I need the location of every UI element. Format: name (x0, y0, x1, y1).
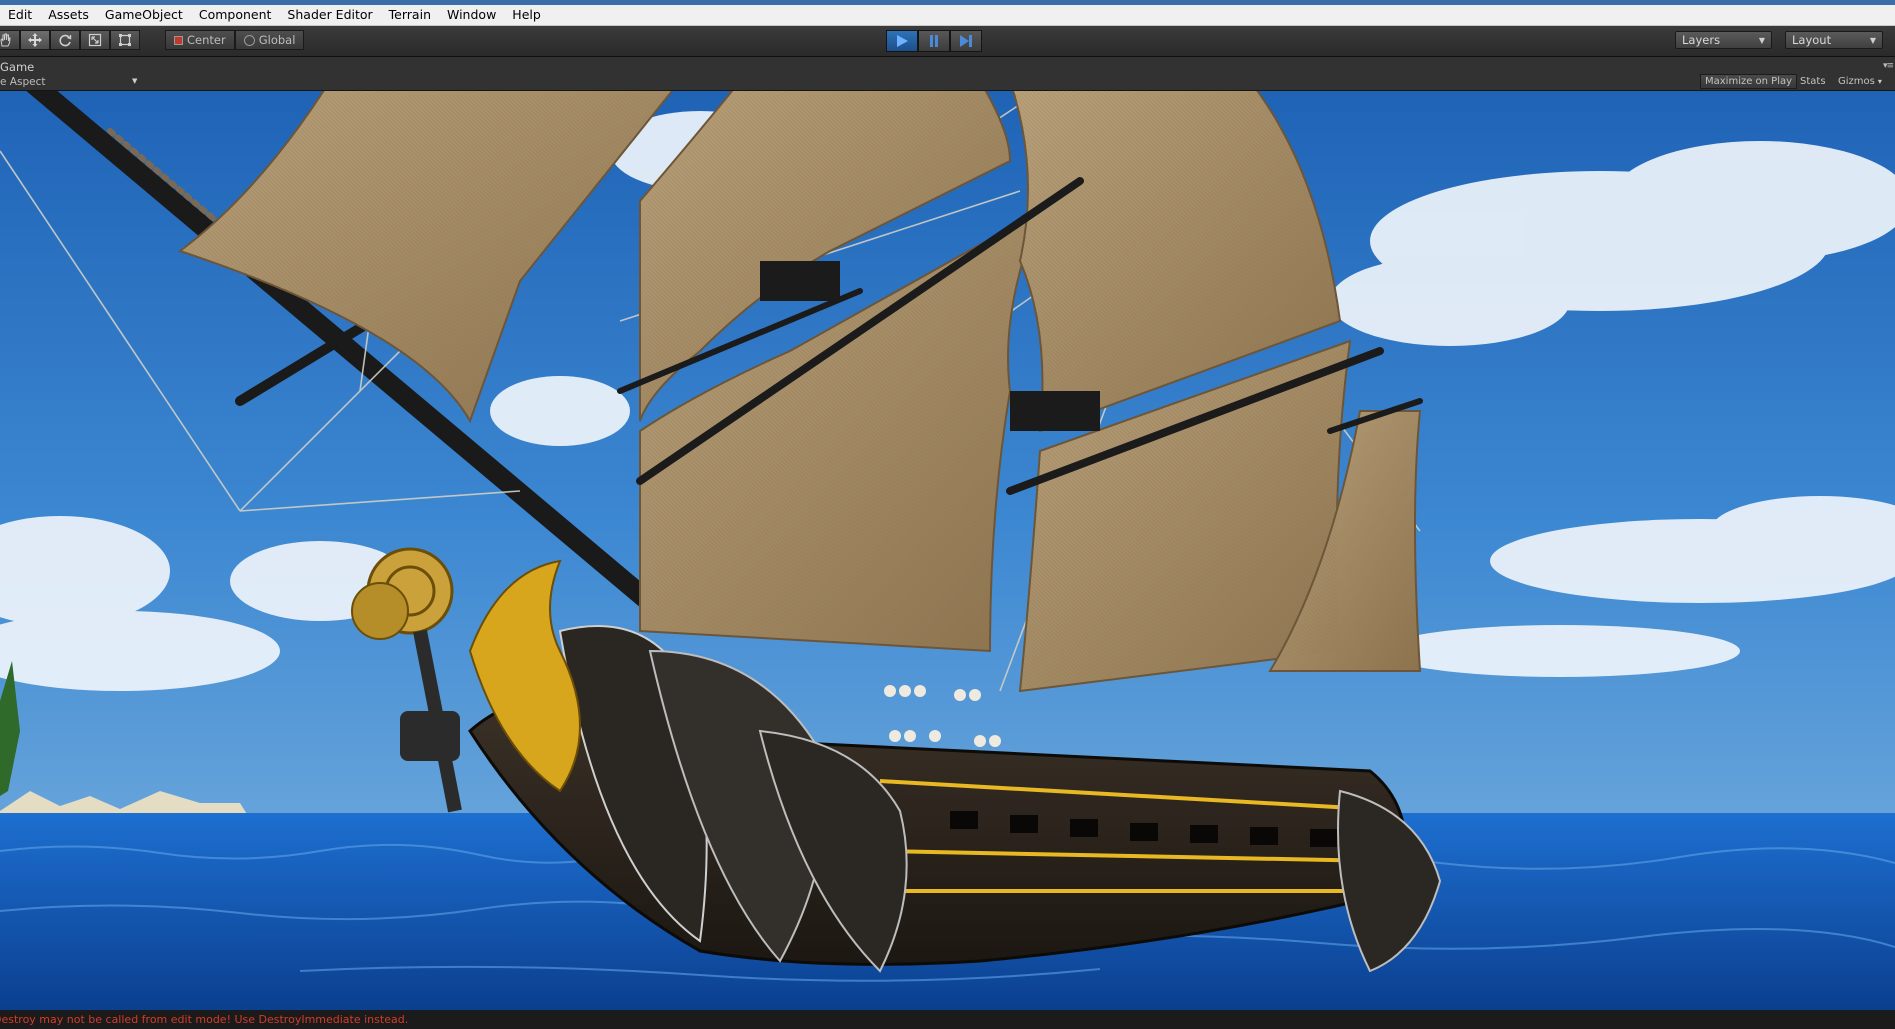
move-tool-button[interactable] (20, 30, 50, 50)
layout-dropdown[interactable]: Layout ▼ (1785, 31, 1883, 49)
gizmos-dropdown[interactable]: Gizmos ▾ (1834, 74, 1886, 89)
pivot-rotation-toggle[interactable]: Global (234, 30, 305, 50)
pivot-mode-label: Center (187, 33, 226, 47)
gizmos-label: Gizmos (1838, 76, 1875, 87)
menu-shader-editor[interactable]: Shader Editor (279, 5, 380, 25)
rect-tool-button[interactable] (110, 30, 140, 50)
menu-gameobject[interactable]: GameObject (97, 5, 191, 25)
move-icon (28, 33, 42, 47)
menu-window[interactable]: Window (439, 5, 504, 25)
menu-help[interactable]: Help (504, 5, 549, 25)
chevron-down-icon: ▾ (1877, 77, 1882, 86)
aspect-label: e Aspect (0, 76, 46, 88)
chevron-down-icon: ▼ (1869, 35, 1876, 45)
game-view-header: Game e Aspect ▼ ▾≡ Maximize on Play Stat… (0, 57, 1895, 91)
main-toolbar: Center Global Layers ▼ Layout ▼ (0, 26, 1895, 57)
transform-tools (0, 30, 140, 50)
chevron-down-icon: ▼ (1758, 35, 1765, 45)
pause-icon (930, 35, 938, 47)
game-viewport[interactable] (0, 91, 1895, 1010)
scale-tool-button[interactable] (80, 30, 110, 50)
rotate-icon (59, 34, 72, 47)
chevron-down-icon: ▼ (132, 77, 138, 85)
pause-button[interactable] (918, 30, 950, 52)
menu-assets[interactable]: Assets (40, 5, 97, 25)
console-status-bar[interactable]: Destroy may not be called from edit mode… (0, 1010, 1895, 1029)
maximize-on-play-label: Maximize on Play (1705, 76, 1793, 87)
layout-label: Layout (1792, 33, 1832, 47)
layers-label: Layers (1682, 33, 1721, 47)
maximize-on-play-toggle[interactable]: Maximize on Play (1700, 74, 1798, 89)
globe-icon (243, 34, 255, 46)
pivot-mode-toggle[interactable]: Center (165, 30, 235, 50)
game-tab[interactable]: Game (0, 60, 34, 74)
stats-label: Stats (1800, 76, 1826, 87)
pivot-toggles: Center Global (165, 30, 305, 50)
menu-terrain[interactable]: Terrain (381, 5, 439, 25)
menu-component[interactable]: Component (191, 5, 280, 25)
step-icon (960, 35, 972, 47)
playback-controls (886, 30, 982, 52)
panel-menu-icon[interactable]: ▾≡ (1883, 61, 1894, 71)
stats-toggle[interactable]: Stats (1796, 74, 1830, 89)
rect-icon (119, 34, 131, 46)
ship-scene (0, 91, 1895, 1010)
menu-edit[interactable]: Edit (0, 5, 40, 25)
step-button[interactable] (950, 30, 982, 52)
hand-icon (0, 33, 11, 47)
pivot-rotation-label: Global (258, 33, 296, 47)
play-icon (897, 35, 908, 47)
rotate-tool-button[interactable] (50, 30, 80, 50)
aspect-dropdown[interactable]: e Aspect ▼ (0, 76, 140, 88)
play-button[interactable] (886, 30, 918, 52)
console-error-message: Destroy may not be called from edit mode… (0, 1013, 409, 1026)
layers-dropdown[interactable]: Layers ▼ (1675, 31, 1772, 49)
hand-tool-button[interactable] (0, 30, 20, 50)
scale-icon (88, 33, 102, 47)
pivot-center-icon (174, 35, 183, 45)
menu-bar: Edit Assets GameObject Component Shader … (0, 5, 1895, 26)
